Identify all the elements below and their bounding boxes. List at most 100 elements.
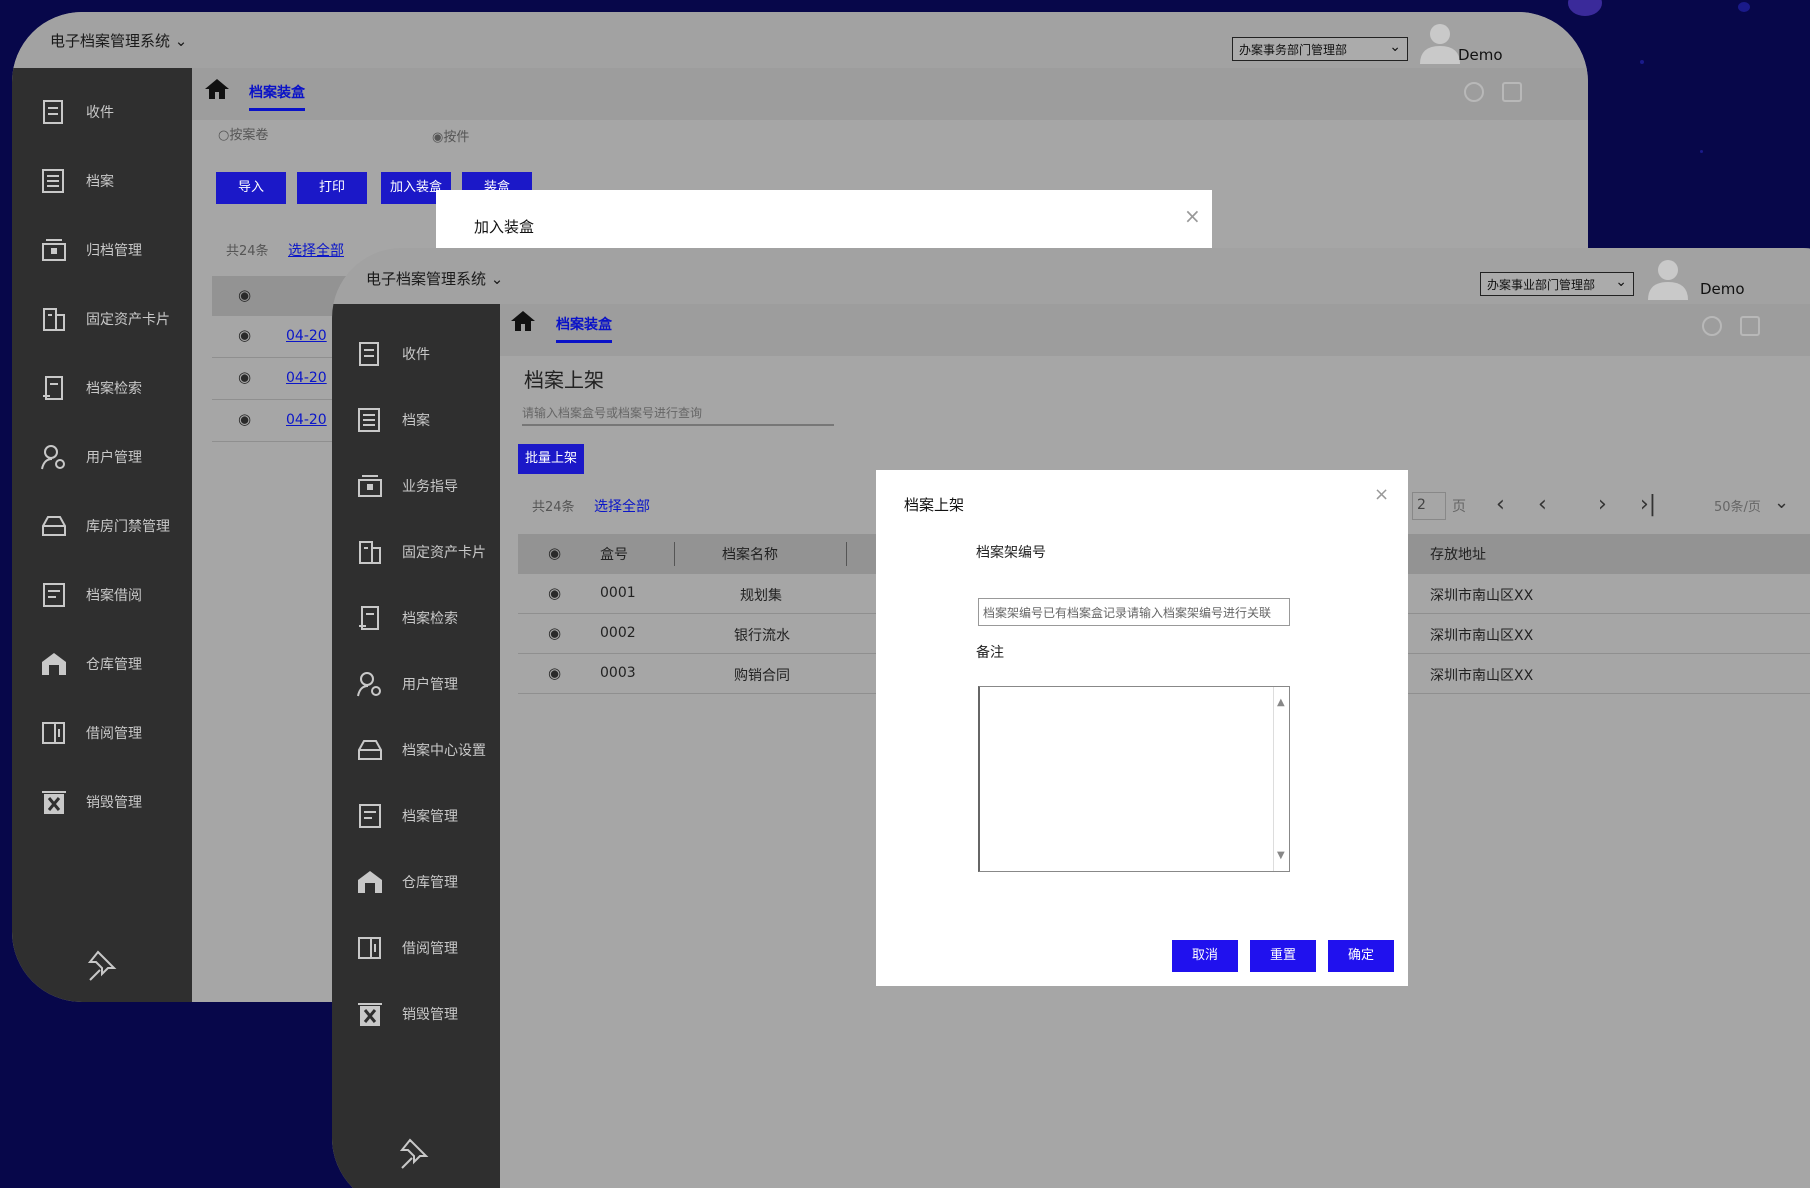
row-date-link[interactable]: 04-20: [286, 370, 327, 386]
prev-page-icon[interactable]: ‹: [1538, 492, 1547, 517]
batch-shelve-button[interactable]: 批量上架: [518, 444, 584, 474]
dept-select[interactable]: 办案事务部门管理部 ⌄: [1232, 37, 1408, 61]
sidebar-item[interactable]: 档案检索: [40, 374, 142, 402]
header-address: 存放地址: [1430, 547, 1486, 563]
close-icon[interactable]: ×: [1374, 484, 1389, 505]
total-count: 共24条: [226, 244, 269, 259]
book-icon: [42, 722, 65, 744]
textarea-scrollbar[interactable]: ▲ ▼: [1273, 687, 1289, 871]
sidebar-item[interactable]: 销毁管理: [40, 788, 142, 816]
header-radio[interactable]: ◉: [548, 544, 561, 562]
scroll-up-icon[interactable]: ▲: [1277, 697, 1285, 708]
close-icon[interactable]: ×: [1184, 204, 1201, 228]
sidebar-item[interactable]: 销毁管理: [356, 1000, 458, 1028]
remark-label: 备注: [976, 645, 1004, 661]
trash-icon: [42, 791, 66, 814]
scroll-down-icon[interactable]: ▼: [1277, 850, 1285, 861]
sidebar-item[interactable]: 档案中心设置: [356, 736, 486, 764]
tab-archive-boxing[interactable]: 档案装盒: [249, 82, 305, 111]
sidebar-item[interactable]: 借阅管理: [356, 934, 458, 962]
cell-archive-name: 购销合同: [734, 668, 790, 684]
reset-button[interactable]: 重置: [1250, 940, 1316, 972]
system-name[interactable]: 电子档案管理系统 ⌄: [366, 268, 503, 289]
pin-icon[interactable]: [86, 948, 120, 982]
dept-select[interactable]: 办案事业部门管理部 ⌄: [1480, 272, 1634, 296]
header-archive-name: 档案名称: [722, 547, 778, 563]
sidebar-item[interactable]: 档案借阅: [40, 581, 142, 609]
window-tools: [1702, 316, 1760, 336]
home-icon[interactable]: [510, 310, 536, 332]
sidebar-item[interactable]: 库房门禁管理: [40, 512, 170, 540]
row-date-link[interactable]: 04-20: [286, 412, 327, 428]
import-button[interactable]: 导入: [216, 172, 286, 204]
sidebar-item-label: 收件: [402, 347, 430, 363]
help-icon[interactable]: [1464, 82, 1484, 102]
sidebar-item-label: 档案: [402, 413, 430, 429]
sidebar-item[interactable]: 业务指导: [356, 472, 458, 500]
cell-archive-name: 规划集: [740, 588, 782, 604]
last-page-icon[interactable]: ›|: [1640, 492, 1656, 517]
page-input[interactable]: 2: [1412, 492, 1446, 520]
fullscreen-icon[interactable]: [1740, 316, 1760, 336]
search-input[interactable]: 请输入档案盒号或档案号进行查询: [522, 400, 834, 426]
row-radio[interactable]: ◉: [548, 624, 561, 642]
row-radio[interactable]: ◉: [238, 368, 251, 386]
home-icon[interactable]: [204, 78, 230, 100]
trash-icon: [358, 1003, 382, 1026]
select-all-link[interactable]: 选择全部: [594, 496, 650, 516]
sidebar-item[interactable]: 用户管理: [356, 670, 458, 698]
book-icon: [358, 937, 381, 959]
header-radio[interactable]: ◉: [238, 286, 251, 304]
first-page-icon[interactable]: ‹: [1496, 492, 1505, 517]
print-button[interactable]: 打印: [297, 172, 367, 204]
help-icon[interactable]: [1702, 316, 1722, 336]
dialog-title: 加入装盒: [474, 218, 535, 236]
dept-select-value: 办案事务部门管理部: [1239, 43, 1348, 57]
star-decoration: [1700, 150, 1703, 153]
tab-archive-boxing[interactable]: 档案装盒: [556, 314, 612, 343]
sidebar-item-label: 档案管理: [402, 809, 458, 825]
fullscreen-icon[interactable]: [1502, 82, 1522, 102]
building-icon: [43, 308, 65, 331]
next-page-icon[interactable]: ›: [1598, 492, 1607, 517]
sidebar-item[interactable]: 仓库管理: [356, 868, 458, 896]
sidebar-item[interactable]: 借阅管理: [40, 719, 142, 747]
shelf-no-input[interactable]: 档案架编号已有档案盒记录请输入档案架编号进行关联: [978, 598, 1290, 626]
archive-box-icon: [42, 239, 66, 261]
sidebar-item[interactable]: 归档管理: [40, 236, 142, 264]
sidebar-item[interactable]: 档案: [40, 167, 114, 195]
sidebar-item[interactable]: 收件: [40, 98, 114, 126]
row-radio[interactable]: ◉: [238, 410, 251, 428]
avatar-icon[interactable]: [1418, 20, 1462, 64]
radio-by-volume[interactable]: ○按案卷: [218, 124, 268, 143]
username[interactable]: Demo: [1700, 280, 1745, 298]
system-name-label: 电子档案管理系统: [366, 270, 487, 288]
cancel-button[interactable]: 取消: [1172, 940, 1238, 972]
sidebar-item-label: 档案检索: [86, 381, 142, 397]
row-radio[interactable]: ◉: [238, 326, 251, 344]
confirm-button[interactable]: 确定: [1328, 940, 1394, 972]
warehouse-icon: [358, 871, 382, 893]
system-name[interactable]: 电子档案管理系统 ⌄: [50, 30, 187, 51]
sidebar-item[interactable]: 固定资产卡片: [356, 538, 486, 566]
row-date-link[interactable]: 04-20: [286, 328, 327, 344]
sidebar-item[interactable]: 档案检索: [356, 604, 458, 632]
avatar-icon[interactable]: [1646, 256, 1690, 300]
receipt-icon: [43, 376, 63, 400]
radio-by-item[interactable]: ◉按件: [432, 126, 469, 145]
sidebar-item[interactable]: 仓库管理: [40, 650, 142, 678]
page-size-select[interactable]: 50条/页: [1714, 496, 1761, 515]
username[interactable]: Demo: [1458, 46, 1503, 64]
remark-textarea[interactable]: ▲ ▼: [978, 686, 1290, 872]
header-box-no: 盒号: [600, 547, 628, 563]
sidebar-item[interactable]: 档案管理: [356, 802, 458, 830]
sidebar-item[interactable]: 固定资产卡片: [40, 305, 170, 333]
list-icon: [358, 408, 380, 432]
pin-icon[interactable]: [398, 1136, 432, 1170]
sidebar-item[interactable]: 档案: [356, 406, 430, 434]
row-radio[interactable]: ◉: [548, 664, 561, 682]
sidebar-item-label: 固定资产卡片: [402, 545, 486, 561]
sidebar-item[interactable]: 收件: [356, 340, 430, 368]
sidebar-item[interactable]: 用户管理: [40, 443, 142, 471]
row-radio[interactable]: ◉: [548, 584, 561, 602]
